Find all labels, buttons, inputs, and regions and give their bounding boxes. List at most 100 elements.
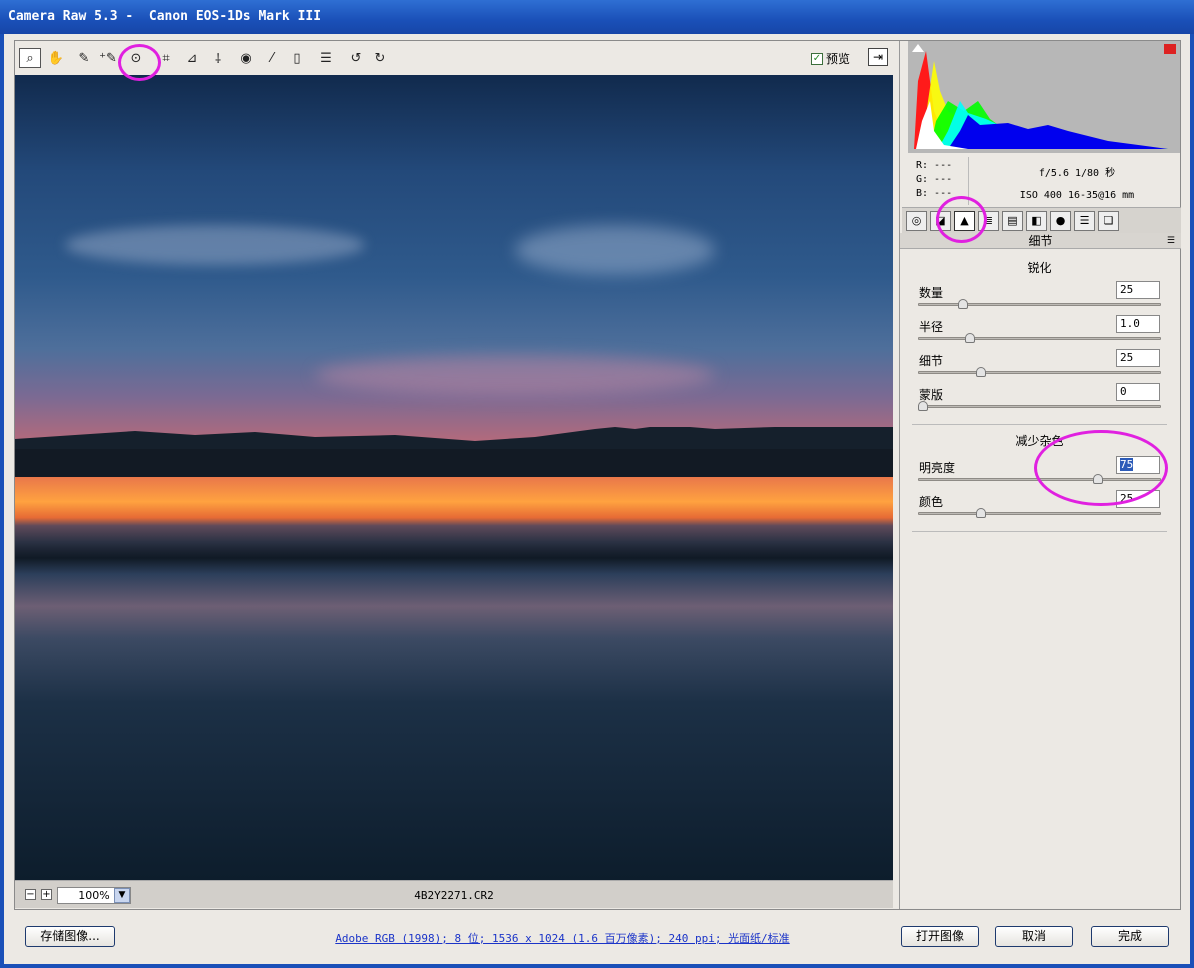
done-button[interactable]: 完成 bbox=[1091, 926, 1169, 947]
straighten-tool[interactable]: ⊿ bbox=[181, 48, 203, 68]
rotate-left-tool[interactable]: ↺ bbox=[345, 48, 367, 68]
workflow-options-link[interactable]: Adobe RGB (1998); 8 位; 1536 x 1024 (1.6 … bbox=[300, 930, 825, 946]
eye-icon: ◉ bbox=[240, 50, 252, 66]
slider-value-text: 0 bbox=[1120, 385, 1127, 398]
slider-thumb[interactable] bbox=[976, 367, 987, 377]
rgb-readout-r: R: --- bbox=[916, 160, 953, 171]
slider-track[interactable] bbox=[918, 303, 1161, 306]
crop-icon: ⌗ bbox=[162, 50, 170, 66]
slider-track[interactable] bbox=[918, 371, 1161, 374]
split-toning-tab[interactable]: ▤ bbox=[1002, 211, 1023, 231]
slider-label: 数量 bbox=[919, 286, 944, 300]
slider-thumb[interactable] bbox=[918, 401, 928, 411]
rgb-readout-b: B: --- bbox=[916, 188, 953, 199]
noise-reduction-title: 减少杂色 bbox=[1015, 434, 1064, 448]
slider-thumb[interactable] bbox=[957, 299, 968, 309]
zoom-tool[interactable]: ⌕ bbox=[19, 48, 41, 68]
noise-reduction-section: 减少杂色 bbox=[912, 432, 1167, 449]
hsl-tab[interactable]: ≣ bbox=[978, 211, 999, 231]
slider-noise_reduction-1: 颜色 25 bbox=[912, 490, 1167, 527]
window-title: Camera Raw 5.3 - Canon EOS-1Ds Mark III bbox=[0, 0, 1194, 34]
spot-removal-tool[interactable]: ⸸ bbox=[207, 48, 229, 68]
slider-value-text: 25 bbox=[1120, 351, 1134, 364]
adjustment-brush-tool[interactable]: ⁄ bbox=[261, 48, 283, 68]
shadow-clipping-icon[interactable] bbox=[912, 44, 924, 52]
preview-toggle[interactable]: ✓ 预览 bbox=[811, 50, 850, 67]
graduated-filter-tool[interactable]: ▯ bbox=[286, 48, 308, 68]
slider-sharpening-0: 数量 25 bbox=[912, 281, 1167, 318]
open-image-button[interactable]: 打开图像 bbox=[901, 926, 979, 947]
panel-menu-icon[interactable]: ☰ bbox=[1167, 233, 1175, 249]
slider-value-input[interactable]: 25 bbox=[1116, 281, 1160, 299]
slider-track[interactable] bbox=[918, 337, 1161, 340]
targeted-adjustment-tool[interactable]: ⊙ bbox=[125, 48, 147, 68]
slider-value-text: 1.0 bbox=[1120, 317, 1140, 330]
slider-label: 颜色 bbox=[919, 495, 944, 509]
preview-label: 预览 bbox=[826, 52, 851, 66]
image-info: R: --- G: --- B: --- f/5.6 1/80 秒 ISO 40… bbox=[900, 155, 1181, 207]
rotate-cw-icon: ↻ bbox=[374, 50, 386, 66]
snapshots-tab[interactable]: ❏ bbox=[1098, 211, 1119, 231]
slider-track[interactable] bbox=[918, 512, 1161, 515]
slider-value-text: 75 bbox=[1120, 458, 1134, 471]
rotate-right-tool[interactable]: ↻ bbox=[369, 48, 391, 68]
sharpening-title: 锐化 bbox=[1027, 261, 1052, 275]
color-sampler-tool[interactable]: ⁺✎ bbox=[97, 48, 119, 68]
panel-title-text: 细节 bbox=[1028, 234, 1053, 248]
slider-thumb[interactable] bbox=[1092, 474, 1103, 484]
white-balance-tool[interactable]: ✎ bbox=[73, 48, 95, 68]
target-icon: ⊙ bbox=[130, 50, 142, 66]
iso-lens-info: ISO 400 16-35@16 mm bbox=[1019, 190, 1135, 201]
presets-tab[interactable]: ☰ bbox=[1074, 211, 1095, 231]
image-preview[interactable] bbox=[15, 75, 893, 880]
brush-icon: ⁄ bbox=[270, 50, 274, 66]
slider-sharpening-1: 半径 1.0 bbox=[912, 315, 1167, 352]
basic-tab[interactable]: ◎ bbox=[906, 211, 927, 231]
slider-value-input[interactable]: 25 bbox=[1116, 490, 1160, 508]
preview-checkbox[interactable]: ✓ bbox=[811, 52, 823, 65]
graduated-filter-icon: ▯ bbox=[293, 50, 301, 66]
rotate-ccw-icon: ↺ bbox=[350, 50, 362, 66]
red-eye-tool[interactable]: ◉ bbox=[235, 48, 257, 68]
color-sampler-icon: ⁺✎ bbox=[99, 50, 117, 66]
straighten-icon: ⊿ bbox=[186, 50, 198, 66]
fullscreen-icon[interactable]: ⇥ bbox=[868, 48, 888, 66]
slider-track[interactable] bbox=[918, 478, 1161, 481]
right-panel: R: --- G: --- B: --- f/5.6 1/80 秒 ISO 40… bbox=[899, 41, 1181, 909]
tone-curve-tab[interactable]: ◪ bbox=[930, 211, 951, 231]
list-icon: ☰ bbox=[320, 50, 332, 66]
preferences-tool[interactable]: ☰ bbox=[315, 48, 337, 68]
slider-label: 明亮度 bbox=[919, 461, 956, 475]
spot-removal-icon: ⸸ bbox=[214, 52, 222, 67]
slider-thumb[interactable] bbox=[964, 333, 975, 343]
eyedropper-icon: ✎ bbox=[78, 50, 90, 66]
landscape-silhouette bbox=[15, 427, 893, 477]
magnifier-icon: ⌕ bbox=[26, 50, 34, 66]
slider-sharpening-2: 细节 25 bbox=[912, 349, 1167, 386]
sharpening-section: 锐化 bbox=[912, 259, 1167, 276]
slider-value-text: 25 bbox=[1120, 492, 1134, 505]
panel-title: 细节 ☰ bbox=[900, 233, 1181, 249]
camera-calibration-tab[interactable]: ● bbox=[1050, 211, 1071, 231]
file-name: 4B2Y2271.CR2 bbox=[414, 889, 494, 902]
crop-tool[interactable]: ⌗ bbox=[155, 48, 177, 68]
slider-value-input[interactable]: 0 bbox=[1116, 383, 1160, 401]
cancel-button[interactable]: 取消 bbox=[995, 926, 1073, 947]
slider-value-input[interactable]: 75 bbox=[1116, 456, 1160, 474]
hand-tool[interactable]: ✋ bbox=[45, 48, 67, 68]
status-bar: − + 100% ▼ 4B2Y2271.CR2 bbox=[15, 880, 893, 908]
highlight-clipping-icon[interactable] bbox=[1164, 44, 1176, 54]
toolbar: ⌕ ✋ ✎ ⁺✎ ⊙ ⌗ ⊿ ⸸ ◉ ⁄ ▯ ☰ ↺ ↻ bbox=[15, 41, 893, 75]
rgb-readout-g: G: --- bbox=[916, 174, 953, 185]
slider-label: 细节 bbox=[919, 354, 944, 368]
slider-track[interactable] bbox=[918, 405, 1161, 408]
panel-tabs: ◎ ◪ ▲ ≣ ▤ ◧ ● ☰ ❏ bbox=[902, 207, 1181, 233]
slider-thumb[interactable] bbox=[976, 508, 987, 518]
lens-corrections-tab[interactable]: ◧ bbox=[1026, 211, 1047, 231]
detail-tab[interactable]: ▲ bbox=[954, 211, 975, 231]
exposure-info: f/5.6 1/80 秒 bbox=[1038, 168, 1116, 179]
slider-value-input[interactable]: 1.0 bbox=[1116, 315, 1160, 333]
slider-value-input[interactable]: 25 bbox=[1116, 349, 1160, 367]
histogram-graph bbox=[908, 41, 1180, 153]
save-image-button[interactable]: 存储图像... bbox=[25, 926, 115, 947]
